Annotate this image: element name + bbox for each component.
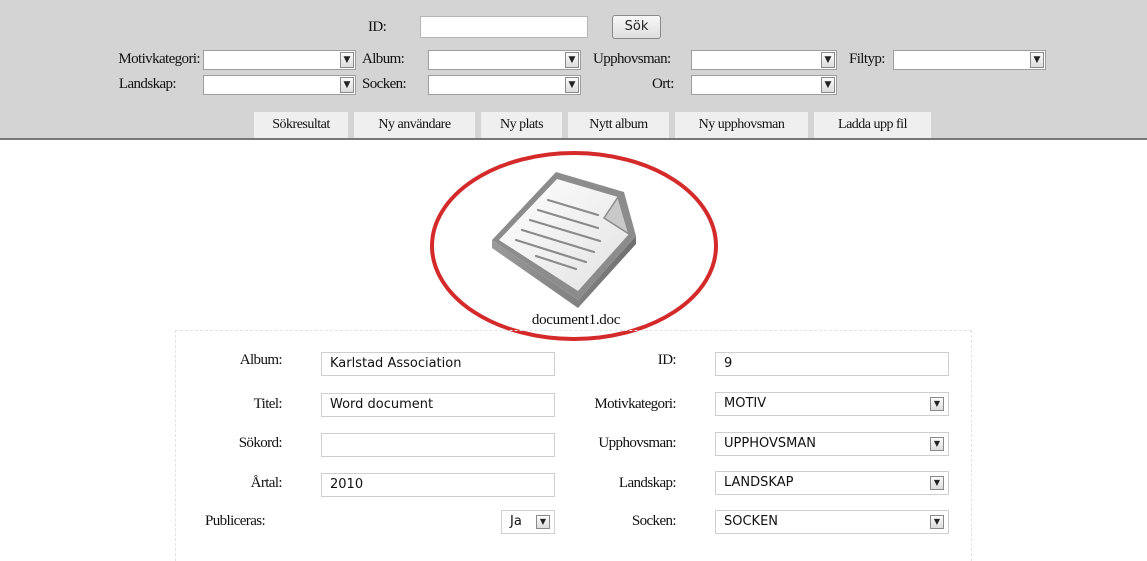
search-landskap-label: Landskap:: [118, 76, 177, 92]
chevron-down-icon: ▼: [930, 476, 944, 490]
search-socken-select[interactable]: ▼: [428, 75, 581, 95]
search-id-input[interactable]: [420, 16, 588, 38]
form-publiceras-select[interactable]: Ja ▼: [501, 510, 555, 534]
search-panel: ID: Sök Motivkategori: ▼ Album: ▼ Upphov…: [0, 0, 1147, 140]
form-socken-select[interactable]: SOCKEN ▼: [715, 510, 949, 534]
form-landskap-select[interactable]: LANDSKAP ▼: [715, 471, 949, 495]
tab-ny-plats[interactable]: Ny plats: [481, 112, 562, 138]
search-album-select[interactable]: ▼: [428, 50, 581, 70]
chevron-down-icon: ▼: [930, 515, 944, 529]
form-album-label: Album:: [239, 352, 283, 368]
form-titel-input[interactable]: Word document: [321, 393, 555, 417]
search-ort-select[interactable]: ▼: [691, 75, 837, 95]
search-motivkategori-label: Motivkategori:: [118, 51, 200, 67]
tab-sokresultat[interactable]: Sökresultat: [254, 112, 348, 138]
form-id-label: ID:: [657, 352, 677, 368]
chevron-down-icon: ▼: [565, 52, 579, 68]
search-id-label: ID:: [368, 19, 387, 35]
form-publiceras-label: Publiceras:: [205, 513, 266, 529]
form-artal-input[interactable]: 2010: [321, 473, 555, 497]
chevron-down-icon: ▼: [565, 77, 579, 93]
form-motivkategori-label: Motivkategori:: [594, 396, 676, 412]
form-sokord-input[interactable]: [321, 433, 555, 457]
form-upphovsman-value: UPPHOVSMAN: [724, 436, 816, 451]
chevron-down-icon: ▼: [340, 77, 354, 93]
form-sokord-label: Sökord:: [238, 435, 283, 451]
chevron-down-icon: ▼: [536, 515, 550, 529]
form-upphovsman-label: Upphovsman:: [598, 435, 676, 451]
chevron-down-icon: ▼: [930, 437, 944, 451]
search-album-label: Album:: [362, 51, 405, 67]
tab-nytt-album[interactable]: Nytt album: [568, 112, 669, 138]
search-motivkategori-select[interactable]: ▼: [203, 50, 356, 70]
form-landskap-value: LANDSKAP: [724, 475, 794, 490]
form-titel-label: Titel:: [253, 396, 283, 412]
tab-ny-anvandare[interactable]: Ny användare: [354, 112, 475, 138]
chevron-down-icon: ▼: [340, 52, 354, 68]
form-album-input[interactable]: Karlstad Association: [321, 352, 555, 376]
document-icon: [492, 172, 636, 308]
search-filtyp-label: Filtyp:: [849, 51, 885, 67]
form-socken-label: Socken:: [631, 513, 677, 529]
chevron-down-icon: ▼: [821, 77, 835, 93]
chevron-down-icon: ▼: [930, 397, 944, 411]
chevron-down-icon: ▼: [1030, 52, 1044, 68]
file-name: document1.doc: [531, 312, 621, 328]
file-preview[interactable]: document1.doc: [428, 148, 720, 344]
form-artal-label: Årtal:: [250, 475, 283, 491]
form-publiceras-value: Ja: [510, 514, 522, 529]
search-landskap-select[interactable]: ▼: [203, 75, 356, 95]
form-motivkategori-select[interactable]: MOTIV ▼: [715, 392, 949, 416]
form-id-input[interactable]: 9: [715, 352, 949, 376]
chevron-down-icon: ▼: [821, 52, 835, 68]
search-upphovsman-select[interactable]: ▼: [691, 50, 837, 70]
tab-ny-upphovsman[interactable]: Ny upphovsman: [675, 112, 808, 138]
search-socken-label: Socken:: [362, 76, 407, 92]
search-ort-label: Ort:: [652, 76, 674, 92]
tab-ladda-upp-fil[interactable]: Ladda upp fil: [814, 112, 931, 138]
search-upphovsman-label: Upphovsman:: [593, 51, 671, 67]
search-filtyp-select[interactable]: ▼: [893, 50, 1046, 70]
form-upphovsman-select[interactable]: UPPHOVSMAN ▼: [715, 432, 949, 456]
form-socken-value: SOCKEN: [724, 514, 779, 529]
search-button[interactable]: Sök: [612, 15, 661, 39]
form-landskap-label: Landskap:: [618, 475, 677, 491]
form-motivkategori-value: MOTIV: [724, 396, 767, 411]
